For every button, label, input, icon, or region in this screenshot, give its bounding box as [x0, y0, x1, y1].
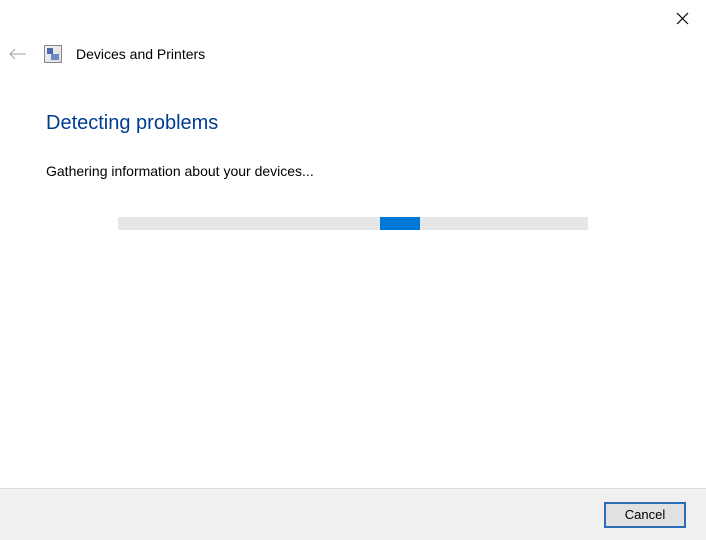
close-icon: [676, 12, 689, 25]
window-title: Devices and Printers: [76, 46, 205, 62]
close-button[interactable]: [672, 8, 692, 28]
back-button[interactable]: [6, 44, 30, 64]
content-area: Detecting problems Gathering information…: [0, 64, 706, 230]
footer: Cancel: [0, 488, 706, 540]
devices-printers-icon: [44, 45, 62, 63]
status-text: Gathering information about your devices…: [46, 163, 660, 179]
header: Devices and Printers: [0, 0, 706, 64]
cancel-button[interactable]: Cancel: [604, 502, 686, 528]
progress-bar: [118, 217, 588, 230]
back-arrow-icon: [8, 48, 28, 60]
progress-indicator: [380, 217, 420, 230]
page-heading: Detecting problems: [46, 112, 660, 135]
